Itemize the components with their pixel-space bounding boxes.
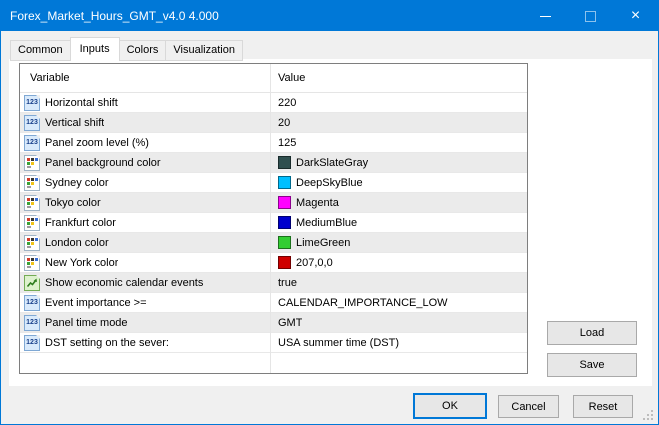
save-button[interactable]: Save — [547, 353, 637, 377]
numeric-input-icon: 123 — [24, 95, 40, 111]
value-text[interactable]: 20 — [278, 117, 290, 129]
numeric-input-icon: 123 — [24, 135, 40, 151]
color-swatch — [278, 256, 291, 269]
value-text[interactable]: DeepSkyBlue — [296, 177, 363, 189]
color-swatch — [278, 156, 291, 169]
close-button[interactable]: × — [613, 1, 658, 31]
table-header: Variable Value — [20, 64, 527, 93]
calendar-event-icon — [24, 275, 40, 291]
table-row[interactable]: 123 Panel zoom level (%) 125 — [20, 133, 527, 153]
tab-common[interactable]: Common — [10, 40, 71, 61]
table-row[interactable]: New York color 207,0,0 — [20, 253, 527, 273]
ok-button[interactable]: OK — [413, 393, 487, 419]
color-swatch — [278, 216, 291, 229]
parameters-table: Variable Value 123 Horizontal shift 220 … — [19, 63, 528, 374]
color-swatch — [278, 236, 291, 249]
value-text[interactable]: GMT — [278, 317, 302, 329]
column-header-variable[interactable]: Variable — [20, 72, 270, 84]
value-text[interactable]: 207,0,0 — [296, 257, 333, 269]
maximize-button — [568, 1, 613, 31]
color-swatch — [278, 176, 291, 189]
color-input-icon — [24, 155, 40, 171]
maximize-icon — [585, 11, 596, 22]
value-text[interactable]: USA summer time (DST) — [278, 337, 399, 349]
variable-name: Sydney color — [45, 177, 109, 189]
color-input-icon — [24, 235, 40, 251]
table-row[interactable]: 123 Horizontal shift 220 — [20, 93, 527, 113]
table-body: 123 Horizontal shift 220 123 Vertical sh… — [20, 93, 527, 353]
value-text[interactable]: Magenta — [296, 197, 339, 209]
tab-visualization[interactable]: Visualization — [165, 40, 243, 61]
dialog-window: Forex_Market_Hours_GMT_v4.0 4.000 × Comm… — [0, 0, 659, 425]
color-input-icon — [24, 175, 40, 191]
variable-name: New York color — [45, 257, 118, 269]
value-text[interactable]: true — [278, 277, 297, 289]
tab-inputs[interactable]: Inputs — [70, 37, 120, 61]
tab-colors[interactable]: Colors — [119, 40, 167, 61]
table-row[interactable]: London color LimeGreen — [20, 233, 527, 253]
table-row[interactable]: Panel background color DarkSlateGray — [20, 153, 527, 173]
minimize-icon — [540, 16, 551, 17]
table-row[interactable]: Sydney color DeepSkyBlue — [20, 173, 527, 193]
table-row[interactable]: 123 Vertical shift 20 — [20, 113, 527, 133]
table-row[interactable]: 123 Event importance >= CALENDAR_IMPORTA… — [20, 293, 527, 313]
variable-name: Panel background color — [45, 157, 161, 169]
title-bar[interactable]: Forex_Market_Hours_GMT_v4.0 4.000 × — [1, 1, 658, 31]
value-text[interactable]: MediumBlue — [296, 217, 357, 229]
table-row[interactable]: Show economic calendar events true — [20, 273, 527, 293]
numeric-input-icon: 123 — [24, 335, 40, 351]
value-text[interactable]: DarkSlateGray — [296, 157, 368, 169]
variable-name: DST setting on the sever: — [45, 337, 169, 349]
variable-name: Frankfurt color — [45, 217, 116, 229]
minimize-button[interactable] — [523, 1, 568, 31]
numeric-input-icon: 123 — [24, 115, 40, 131]
variable-name: Show economic calendar events — [45, 277, 203, 289]
window-title: Forex_Market_Hours_GMT_v4.0 4.000 — [1, 9, 523, 23]
column-separator[interactable] — [270, 64, 271, 373]
table-row[interactable]: 123 DST setting on the sever: USA summer… — [20, 333, 527, 353]
value-text[interactable]: 125 — [278, 137, 296, 149]
value-text[interactable]: LimeGreen — [296, 237, 350, 249]
value-text[interactable]: 220 — [278, 97, 296, 109]
load-button[interactable]: Load — [547, 321, 637, 345]
resize-grip[interactable] — [652, 419, 653, 420]
table-row[interactable]: Frankfurt color MediumBlue — [20, 213, 527, 233]
column-header-value[interactable]: Value — [270, 72, 527, 84]
variable-name: Panel zoom level (%) — [45, 137, 149, 149]
variable-name: Panel time mode — [45, 317, 128, 329]
numeric-input-icon: 123 — [24, 295, 40, 311]
tab-strip: Common Inputs Colors Visualization — [10, 37, 242, 61]
color-swatch — [278, 196, 291, 209]
reset-button[interactable]: Reset — [573, 395, 633, 418]
variable-name: Tokyo color — [45, 197, 101, 209]
color-input-icon — [24, 215, 40, 231]
color-input-icon — [24, 195, 40, 211]
table-row[interactable]: Tokyo color Magenta — [20, 193, 527, 213]
variable-name: Event importance >= — [45, 297, 147, 309]
variable-name: Vertical shift — [45, 117, 104, 129]
cancel-button[interactable]: Cancel — [498, 395, 559, 418]
table-row[interactable]: 123 Panel time mode GMT — [20, 313, 527, 333]
variable-name: London color — [45, 237, 109, 249]
value-text[interactable]: CALENDAR_IMPORTANCE_LOW — [278, 297, 448, 309]
numeric-input-icon: 123 — [24, 315, 40, 331]
variable-name: Horizontal shift — [45, 97, 118, 109]
color-input-icon — [24, 255, 40, 271]
close-icon: × — [631, 8, 640, 24]
